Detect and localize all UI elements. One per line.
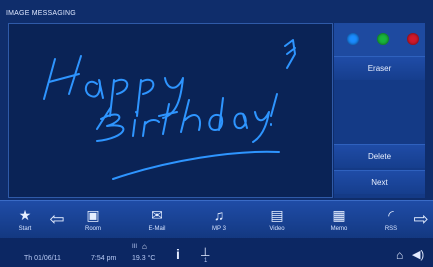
delete-button[interactable]: Delete [334,144,425,168]
home-icon[interactable]: ⌂ [396,248,403,262]
room-label: Room [84,226,101,232]
room-icon: ▣ [86,207,100,223]
arrow-left-icon: ⇦ [49,209,65,229]
scroll-left-button[interactable]: ⇦ [46,208,68,230]
status-time: 7:54 pm [91,255,117,262]
status-temperature: 19.3 °C [132,255,156,262]
memo-label: Memo [330,226,348,232]
video-icon: ▤ [270,207,284,223]
device-screen: IMAGE MESSAGING Eraser Delete Next ★ Sta… [0,0,433,267]
mp3-button[interactable]: ♫ MP 3 [204,205,234,237]
memo-button[interactable]: ▦ Memo [324,205,354,237]
room-button[interactable]: ▣ Room [78,205,108,237]
star-icon: ★ [18,207,32,223]
scroll-right-button[interactable]: ⇨ [410,208,432,230]
video-label: Video [269,226,285,232]
pin-icon[interactable]: ⊥ [200,245,210,259]
rss-button[interactable]: ◜ RSS [378,205,404,237]
main-toolbar: ★ Start ⇦ ▣ Room ✉ E-Mail ♫ MP 3 ▤ Video… [0,200,433,239]
status-bar: Th 01/06/11 7:54 pm III ⌂ 19.3 °C i ⊥ 1 … [0,238,433,267]
speaker-icon[interactable]: ◀) [412,248,424,261]
window-title: IMAGE MESSAGING [6,10,76,17]
tools-panel: Eraser Delete Next [334,23,425,198]
color-picker [334,23,425,56]
rss-label: RSS [384,226,398,232]
memo-icon: ▦ [332,207,346,223]
video-button[interactable]: ▤ Video [262,205,292,237]
email-label: E-Mail [148,226,166,232]
mp3-label: MP 3 [212,226,226,232]
color-green-button[interactable] [377,33,389,45]
thermometer-label: III [132,244,138,250]
info-icon[interactable]: i [176,246,180,262]
arrow-right-icon: ⇨ [413,209,429,229]
drawing-canvas[interactable] [8,23,333,198]
color-red-button[interactable] [407,33,419,45]
color-blue-button[interactable] [347,33,359,45]
next-button[interactable]: Next [334,170,425,194]
eraser-button[interactable]: Eraser [334,56,425,80]
home-small-icon: ⌂ [142,242,147,251]
email-icon: ✉ [151,207,163,223]
status-date: Th 01/06/11 [24,255,61,262]
handwriting-drawing [43,39,296,180]
email-button[interactable]: ✉ E-Mail [140,205,174,237]
music-icon: ♫ [213,207,225,223]
pin-count: 1 [204,258,208,264]
start-label: Start [18,226,32,232]
start-button[interactable]: ★ Start [12,205,38,237]
rss-icon: ◜ [388,207,394,223]
